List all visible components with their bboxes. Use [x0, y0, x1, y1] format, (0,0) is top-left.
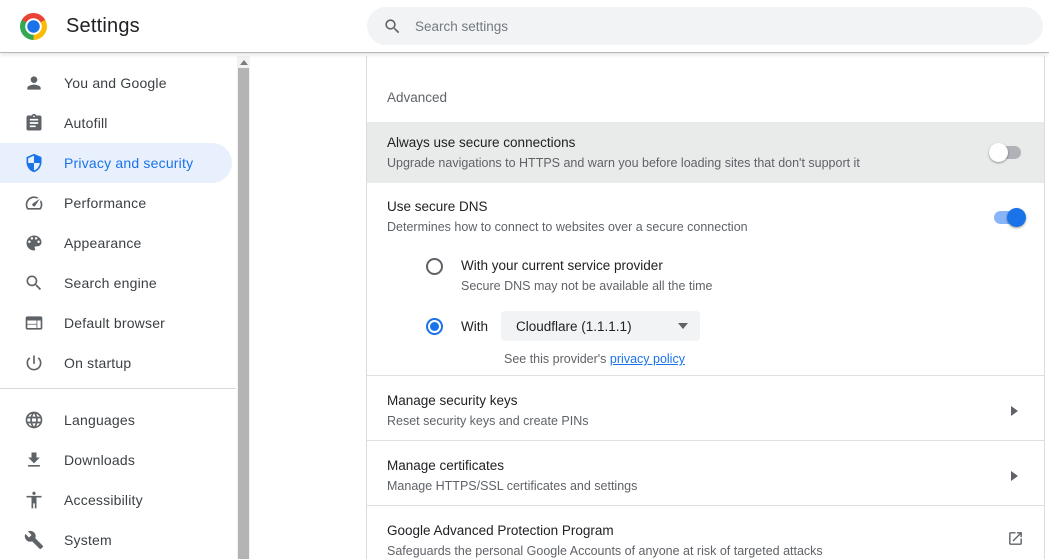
dns-provider-select[interactable]: Cloudflare (1.1.1.1) [501, 311, 700, 341]
row-texts: Google Advanced Protection Program Safeg… [387, 521, 823, 559]
row-use-secure-dns: Use secure DNS Determines how to connect… [367, 183, 1044, 251]
provider-privacy-note: See this provider's privacy policy [367, 351, 1044, 375]
advanced-section-header: Advanced [367, 56, 1044, 122]
sidebar-item-performance[interactable]: Performance [0, 183, 232, 223]
power-icon [24, 353, 44, 373]
chevron-right-icon [1011, 471, 1018, 481]
sidebar-menu: You and Google Autofill Privacy and secu… [0, 56, 250, 559]
chevron-right-icon [1011, 406, 1018, 416]
row-advanced-protection-program[interactable]: Google Advanced Protection Program Safeg… [367, 505, 1044, 559]
autofill-icon [24, 113, 44, 133]
sidebar-item-appearance[interactable]: Appearance [0, 223, 232, 263]
search-icon [383, 17, 402, 36]
arrow-up-icon [240, 60, 248, 65]
sidebar-item-label: Search engine [64, 275, 157, 291]
dropdown-caret-icon [678, 323, 688, 329]
sidebar-item-system[interactable]: System [0, 520, 232, 559]
radio-sublabel: Secure DNS may not be available all the … [461, 276, 713, 296]
sidebar-item-label: Performance [64, 195, 146, 211]
scrollbar-up-button[interactable] [237, 56, 250, 68]
row-subtitle: Manage HTTPS/SSL certificates and settin… [387, 476, 637, 496]
palette-icon [24, 233, 44, 253]
sidebar-item-default-browser[interactable]: Default browser [0, 303, 232, 343]
person-icon [24, 73, 44, 93]
row-title: Use secure DNS [387, 197, 748, 217]
sidebar-item-label: System [64, 532, 112, 548]
sidebar-item-label: Default browser [64, 315, 165, 331]
toggle-knob [989, 143, 1008, 162]
row-title: Manage security keys [387, 391, 588, 411]
radio-label: With your current service provider [461, 256, 713, 276]
sidebar-item-downloads[interactable]: Downloads [0, 440, 232, 480]
sidebar-item-accessibility[interactable]: Accessibility [0, 480, 232, 520]
shield-icon [24, 153, 44, 173]
row-subtitle: Reset security keys and create PINs [387, 411, 588, 431]
with-label: With [461, 319, 488, 334]
search-icon [24, 273, 44, 293]
row-manage-security-keys[interactable]: Manage security keys Reset security keys… [367, 375, 1044, 440]
row-texts: Manage security keys Reset security keys… [387, 391, 588, 431]
row-subtitle: Upgrade navigations to HTTPS and warn yo… [387, 153, 860, 173]
row-subtitle: Safeguards the personal Google Accounts … [387, 541, 823, 559]
page-title: Settings [66, 0, 140, 52]
accessibility-icon [24, 490, 44, 510]
chrome-settings-page: Settings You and Google Autofill Privacy… [0, 0, 1049, 559]
chrome-logo-icon [20, 13, 47, 40]
sidebar-item-label: Appearance [64, 235, 142, 251]
sidebar: You and Google Autofill Privacy and secu… [0, 56, 250, 559]
sidebar-item-you-and-google[interactable]: You and Google [0, 63, 232, 103]
sidebar-divider [0, 388, 236, 389]
row-texts: Manage certificates Manage HTTPS/SSL cer… [387, 456, 637, 496]
row-manage-certificates[interactable]: Manage certificates Manage HTTPS/SSL cer… [367, 440, 1044, 505]
radio-custom-provider[interactable] [426, 318, 443, 335]
row-texts: Use secure DNS Determines how to connect… [387, 197, 748, 237]
sidebar-item-label: Languages [64, 412, 135, 428]
selected-provider: Cloudflare (1.1.1.1) [516, 319, 632, 334]
sidebar-item-label: Downloads [64, 452, 135, 468]
toggle-knob [1007, 208, 1026, 227]
secure-connections-toggle[interactable] [991, 146, 1021, 159]
row-always-use-secure-connections: Always use secure connections Upgrade na… [367, 122, 1044, 183]
sidebar-item-search-engine[interactable]: Search engine [0, 263, 232, 303]
search-input[interactable] [415, 19, 1027, 34]
speedometer-icon [24, 193, 44, 213]
sidebar-item-label: Privacy and security [64, 155, 193, 171]
external-link-icon [1007, 530, 1024, 552]
dns-option-custom-provider[interactable]: With Cloudflare (1.1.1.1) [367, 301, 1044, 351]
row-title: Always use secure connections [387, 133, 860, 153]
wrench-icon [24, 530, 44, 550]
secure-dns-toggle[interactable] [994, 211, 1024, 224]
row-title: Google Advanced Protection Program [387, 521, 823, 541]
row-action [1011, 406, 1024, 416]
security-settings-card: Advanced Always use secure connections U… [366, 56, 1045, 559]
radio-current-provider[interactable] [426, 258, 443, 275]
row-action [1011, 471, 1024, 481]
download-icon [24, 450, 44, 470]
search-bar[interactable] [367, 7, 1043, 45]
content-area: Advanced Always use secure connections U… [250, 56, 1049, 559]
sidebar-scrollbar[interactable] [237, 56, 250, 559]
sidebar-item-privacy-and-security[interactable]: Privacy and security [0, 143, 232, 183]
row-texts: Always use secure connections Upgrade na… [387, 133, 860, 173]
scrollbar-thumb[interactable] [238, 68, 249, 559]
sidebar-item-autofill[interactable]: Autofill [0, 103, 232, 143]
row-subtitle: Determines how to connect to websites ov… [387, 217, 748, 237]
row-title: Manage certificates [387, 456, 637, 476]
radio-texts: With your current service provider Secur… [461, 256, 713, 301]
sidebar-item-label: On startup [64, 355, 131, 371]
privacy-note-prefix: See this provider's [504, 352, 610, 366]
sidebar-item-label: Accessibility [64, 492, 143, 508]
sidebar-item-on-startup[interactable]: On startup [0, 343, 232, 383]
sidebar-item-languages[interactable]: Languages [0, 400, 232, 440]
dns-option-current-provider[interactable]: With your current service provider Secur… [367, 251, 1044, 301]
app-header: Settings [0, 0, 1049, 52]
advanced-label: Advanced [387, 90, 447, 105]
sidebar-item-label: You and Google [64, 75, 167, 91]
privacy-policy-link[interactable]: privacy policy [610, 352, 685, 366]
globe-icon [24, 410, 44, 430]
browser-window-icon [24, 313, 44, 333]
sidebar-item-label: Autofill [64, 115, 108, 131]
